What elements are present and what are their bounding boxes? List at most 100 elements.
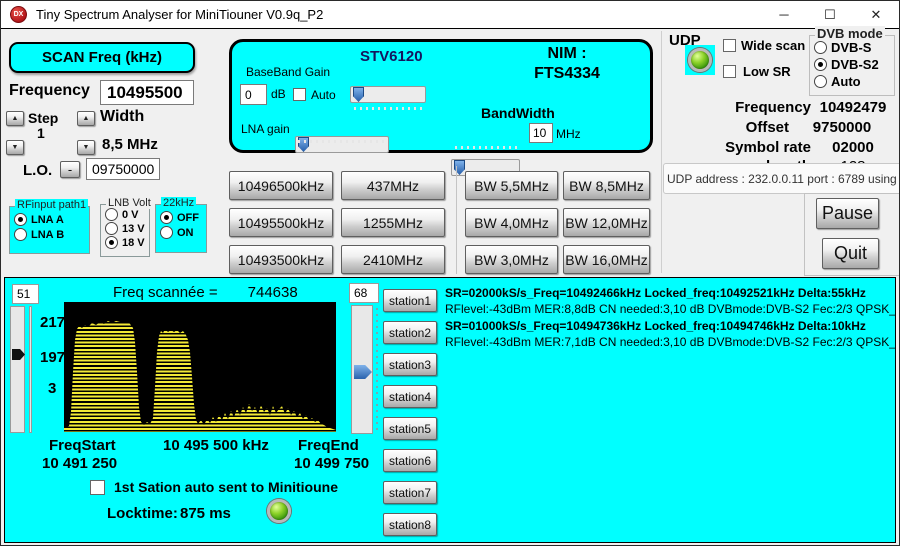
radio-lna-a[interactable]: LNA A [14, 213, 89, 226]
radio-icon [105, 236, 118, 249]
radio-13v[interactable]: 13 V [105, 222, 149, 235]
radio-22khz-on[interactable]: ON [160, 226, 206, 239]
freq-end-label: FreqEnd [298, 437, 359, 454]
width-down-button[interactable]: ▼ [77, 140, 95, 155]
bw-preset-button[interactable]: BW 12,0MHz [563, 208, 650, 237]
quit-button[interactable]: Quit [822, 238, 879, 269]
radio-icon [814, 58, 827, 71]
freq-preset-button[interactable]: 10495500kHz [229, 208, 333, 237]
station5-button[interactable]: station5 [383, 417, 437, 440]
baseband-gain-input[interactable] [240, 84, 267, 105]
minimize-button[interactable]: ─ [761, 1, 807, 28]
radio-label: LNA A [31, 214, 64, 226]
freq-preset-button[interactable]: 437MHz [341, 171, 445, 200]
radio-lna-b[interactable]: LNA B [14, 228, 89, 241]
left-gain-slider[interactable] [10, 306, 25, 433]
radio-18v[interactable]: 18 V [105, 236, 149, 249]
radio-icon [105, 208, 118, 221]
checkbox-icon [723, 39, 736, 52]
info-label: Symbol rate [689, 139, 811, 156]
auto-gain-label: Auto [311, 88, 336, 102]
freq-preset-button[interactable]: 1255MHz [341, 208, 445, 237]
bw-preset-button[interactable]: BW 3,0MHz [465, 245, 558, 274]
bw-preset-button[interactable]: BW 8,5MHz [563, 171, 650, 200]
station1-sr-line: SR=02000kS/s_Freq=10492466kHz Locked_fre… [445, 286, 895, 300]
slider-thumb[interactable] [354, 365, 372, 379]
frequency-input[interactable] [100, 80, 194, 105]
slider-thumb[interactable] [353, 87, 364, 102]
radio-label: OFF [177, 212, 199, 224]
freq-preset-button[interactable]: 10496500kHz [229, 171, 333, 200]
lna-gain-slider[interactable] [295, 136, 389, 153]
station6-button[interactable]: station6 [383, 449, 437, 472]
auto-gain-checkbox[interactable] [293, 88, 306, 106]
spectrum-panel: Freq scannée = 744638 217 197 3 FreqStar… [4, 277, 896, 543]
bw-preset-button[interactable]: BW 16,0MHz [563, 245, 650, 274]
maximize-button[interactable]: ☐ [807, 1, 853, 28]
frequency-label: Frequency [9, 82, 90, 100]
radio-icon [14, 228, 27, 241]
freq-preset-button[interactable]: 2410MHz [341, 245, 445, 274]
slider-thumb[interactable] [12, 349, 25, 360]
locktime-value: 875 ms [180, 505, 231, 522]
khz22-group: 22kHz OFF ON [155, 204, 207, 253]
right-gain-input[interactable] [349, 283, 379, 303]
tuner-panel: STV6120 NIM : FTS4334 BaseBand Gain dB A… [229, 39, 653, 153]
lo-minus-button[interactable]: - [60, 161, 80, 178]
udp-address-box: UDP address : 232.0.0.11 port : 6789 usi… [663, 163, 900, 194]
nim-title-line2: FTS4334 [502, 65, 632, 83]
radio-0v[interactable]: 0 V [105, 208, 149, 221]
step-up-button[interactable]: ▲ [6, 111, 24, 126]
bw-preset-button[interactable]: BW 5,5MHz [465, 171, 558, 200]
lo-input[interactable] [86, 158, 160, 180]
radio-icon [160, 211, 173, 224]
radio-icon [160, 226, 173, 239]
info-value: 10492479 [811, 99, 895, 116]
right-gain-slider[interactable] [351, 305, 373, 434]
radio-22khz-off[interactable]: OFF [160, 211, 206, 224]
info-value: 02000 [811, 139, 895, 156]
station3-button[interactable]: station3 [383, 353, 437, 376]
info-frequency-row: Frequency 10492479 [689, 97, 895, 117]
width-value: 8,5 MHz [102, 136, 158, 153]
info-label: Offset [689, 119, 789, 136]
checkbox-icon [723, 65, 736, 78]
khz22-group-title: 22kHz [161, 197, 196, 209]
width-label: Width [100, 108, 144, 126]
station8-button[interactable]: station8 [383, 513, 437, 536]
step-label: Step [28, 110, 58, 126]
wide-scan-checkbox[interactable]: Wide scan [723, 38, 805, 53]
station2-button[interactable]: station2 [383, 321, 437, 344]
station2-rf-line: RFlevel:-43dBm MER:7,1dB CN needed:3,10 … [445, 335, 895, 349]
bandwidth-label: BandWidth [481, 105, 555, 121]
window-title: Tiny Spectrum Analyser for MiniTiouner V… [36, 7, 323, 22]
auto-send-checkbox[interactable]: 1st Sation auto sent to Minitioune [90, 479, 338, 495]
close-button[interactable]: ✕ [853, 1, 899, 28]
left-gain-input[interactable] [12, 284, 39, 304]
freq-preset-button[interactable]: 10493500kHz [229, 245, 333, 274]
pause-button[interactable]: Pause [816, 198, 879, 229]
baseband-gain-slider[interactable] [350, 86, 426, 103]
station7-button[interactable]: station7 [383, 481, 437, 504]
step-down-button[interactable]: ▼ [6, 140, 24, 155]
freq-center-value: 10 495 500 kHz [163, 437, 269, 454]
width-up-button[interactable]: ▲ [77, 111, 95, 126]
auto-send-label: 1st Sation auto sent to Minitioune [114, 479, 338, 495]
scan-freq-button[interactable]: SCAN Freq (kHz) [9, 42, 195, 73]
freq-start-value: 10 491 250 [42, 455, 117, 472]
station1-button[interactable]: station1 [383, 289, 437, 312]
radio-dvb-s[interactable]: DVB-S [814, 40, 894, 55]
bw-preset-button[interactable]: BW 4,0MHz [465, 208, 558, 237]
spectrum-display [64, 302, 336, 432]
dvb-mode-title: DVB mode [815, 26, 885, 41]
info-offset-row: Offset 9750000 [689, 117, 895, 137]
station2-sr-line: SR=01000kS/s_Freq=10494736kHz Locked_fre… [445, 319, 895, 333]
radio-dvb-s2[interactable]: DVB-S2 [814, 57, 894, 72]
radio-dvb-auto[interactable]: Auto [814, 74, 894, 89]
bandwidth-input[interactable] [529, 123, 553, 143]
station4-button[interactable]: station4 [383, 385, 437, 408]
radio-label: 18 V [122, 237, 145, 249]
low-sr-label: Low SR [743, 64, 791, 79]
low-sr-checkbox[interactable]: Low SR [723, 64, 791, 79]
radio-label: Auto [831, 74, 861, 89]
